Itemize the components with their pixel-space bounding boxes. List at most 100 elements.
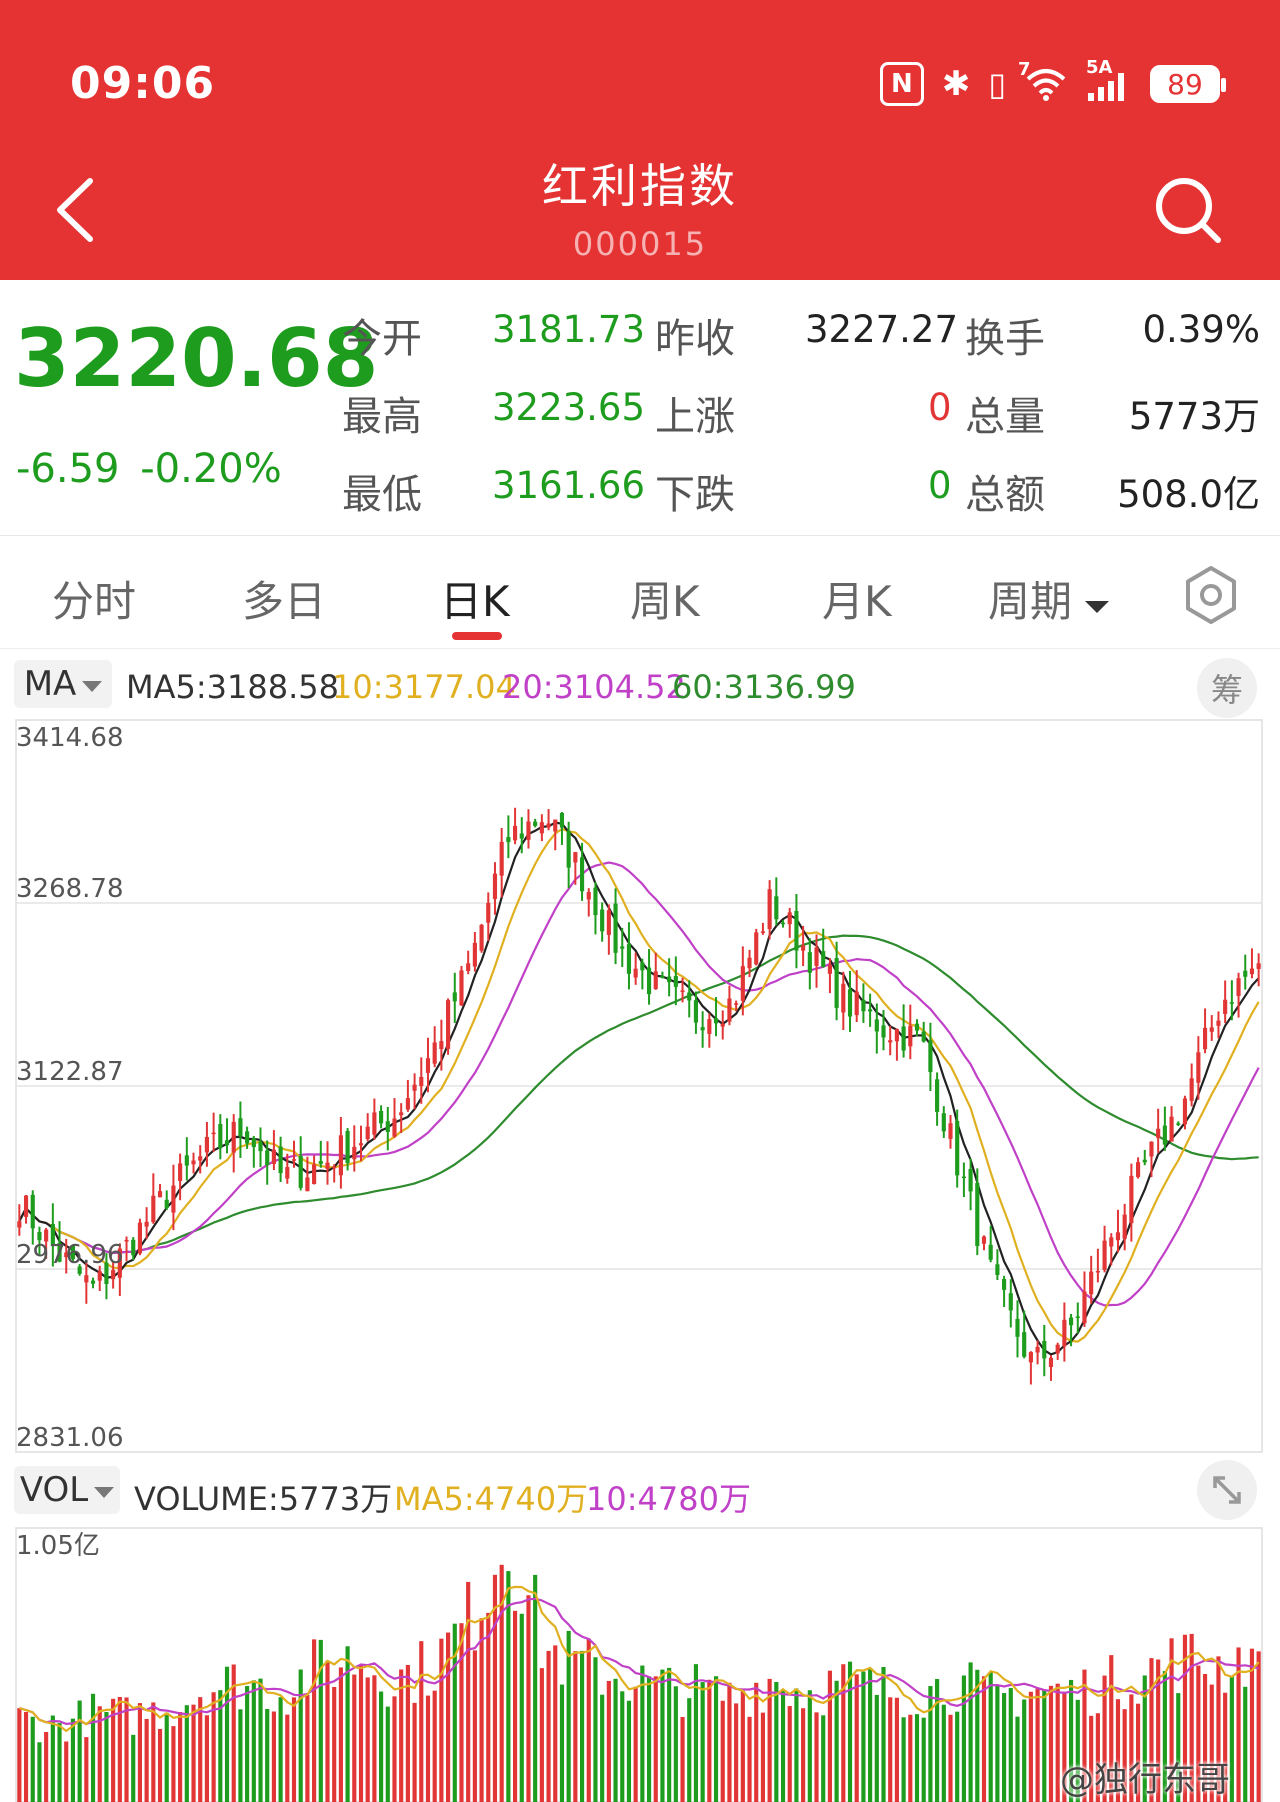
candle-body bbox=[191, 1160, 196, 1165]
candle-body bbox=[546, 823, 551, 828]
candle-body bbox=[452, 992, 457, 1002]
volume-bar bbox=[579, 1650, 585, 1802]
volume-bar bbox=[901, 1717, 906, 1802]
candle-body bbox=[559, 813, 565, 828]
candle-body bbox=[1075, 1316, 1080, 1318]
volume-bar bbox=[1256, 1651, 1261, 1802]
candle-body bbox=[486, 902, 491, 923]
volume-bar bbox=[660, 1669, 665, 1802]
volume-bar bbox=[184, 1705, 189, 1802]
volume-bar bbox=[57, 1723, 62, 1802]
volume-bar bbox=[794, 1688, 799, 1802]
candle-body bbox=[318, 1161, 323, 1164]
volume-bar bbox=[439, 1638, 444, 1802]
volume-bar bbox=[425, 1695, 431, 1802]
vibrate-icon: ▯ bbox=[988, 65, 1006, 103]
volume-bar bbox=[104, 1712, 109, 1802]
candle-body bbox=[1202, 1027, 1208, 1050]
candle-body bbox=[425, 1058, 431, 1073]
volume-bar bbox=[1022, 1699, 1027, 1802]
candle-body bbox=[492, 873, 498, 899]
volume-bar bbox=[278, 1697, 283, 1802]
volume-bar bbox=[707, 1679, 712, 1802]
volume-bar bbox=[452, 1623, 457, 1802]
candle-body bbox=[298, 1156, 303, 1188]
volume-bar bbox=[472, 1650, 477, 1802]
volume-bar bbox=[814, 1712, 819, 1802]
volume-bar bbox=[332, 1686, 337, 1802]
candle-body bbox=[908, 1025, 913, 1047]
candle-body bbox=[827, 965, 832, 974]
candle-body bbox=[258, 1141, 263, 1152]
chip-distribution-button[interactable]: 筹 bbox=[1197, 658, 1257, 718]
volume-axis-ticks: 1.05亿 bbox=[16, 1531, 100, 1561]
volume-label: 总量 bbox=[965, 394, 1045, 440]
candle-body bbox=[968, 1168, 973, 1192]
volume-bar bbox=[854, 1674, 859, 1802]
volume-max-label: 1.05亿 bbox=[16, 1531, 100, 1561]
volume-bar bbox=[613, 1678, 618, 1802]
advancers-label: 上涨 bbox=[655, 394, 735, 440]
candle-body bbox=[613, 903, 618, 953]
tab-daily-k[interactable]: 日K bbox=[440, 568, 510, 629]
candle-body bbox=[17, 1221, 22, 1228]
ma5-value: MA5:3188.58 bbox=[126, 668, 339, 706]
candle-body bbox=[579, 857, 585, 892]
y-tick-label: 2831.06 bbox=[16, 1423, 124, 1453]
volume-bar bbox=[881, 1667, 886, 1802]
kline-chart[interactable]: 3414.68 3268.78 3122.87 2976.96 2831.06 bbox=[0, 712, 1280, 1457]
volume-bar bbox=[171, 1726, 176, 1802]
candle-body bbox=[707, 1019, 712, 1034]
candle-body bbox=[137, 1222, 143, 1254]
candle-body bbox=[1149, 1141, 1154, 1157]
candles bbox=[17, 807, 1261, 1385]
volume-bar bbox=[720, 1700, 725, 1802]
candle-body bbox=[358, 1143, 364, 1146]
candle-body bbox=[687, 992, 692, 1001]
candle-body bbox=[479, 924, 484, 951]
tab-weekly-k[interactable]: 周K bbox=[630, 568, 700, 629]
search-button[interactable] bbox=[1150, 172, 1226, 248]
y-tick-label: 3122.87 bbox=[16, 1057, 124, 1087]
vol-selector[interactable]: VOL bbox=[14, 1466, 120, 1514]
tab-intraday[interactable]: 分时 bbox=[52, 568, 136, 629]
network-type: 5A bbox=[1086, 57, 1113, 78]
volume-bar bbox=[338, 1667, 343, 1802]
candle-body bbox=[988, 1244, 993, 1260]
volume-bar bbox=[787, 1706, 792, 1802]
ma-selector-label: MA bbox=[23, 664, 77, 704]
ma60-line bbox=[18, 934, 1259, 1254]
candle-body bbox=[526, 821, 531, 840]
candle-body bbox=[1035, 1346, 1040, 1353]
volume-bar bbox=[379, 1691, 384, 1802]
candle-body bbox=[948, 1123, 953, 1139]
settings-icon[interactable] bbox=[1180, 564, 1242, 626]
volume-bar bbox=[1015, 1716, 1020, 1802]
tab-multi-day[interactable]: 多日 bbox=[242, 568, 326, 629]
volume-bar bbox=[23, 1712, 29, 1802]
volume-bar bbox=[1042, 1689, 1047, 1802]
volume-bar bbox=[258, 1678, 263, 1802]
change-percent: -0.20% bbox=[140, 446, 282, 492]
candle-body bbox=[720, 1023, 725, 1027]
bluetooth-icon: ✱ bbox=[941, 64, 971, 104]
candle-body bbox=[620, 946, 625, 949]
volume-bar bbox=[955, 1711, 960, 1802]
volume-bar bbox=[238, 1709, 243, 1802]
candle-body bbox=[446, 1000, 451, 1049]
candle-body bbox=[372, 1112, 377, 1135]
candle-body bbox=[673, 975, 678, 987]
volume-bar bbox=[305, 1694, 310, 1802]
candle-body bbox=[305, 1177, 310, 1192]
candle-body bbox=[466, 963, 471, 971]
expand-button[interactable] bbox=[1197, 1460, 1257, 1520]
volume-bar bbox=[620, 1691, 625, 1802]
ma-selector[interactable]: MA bbox=[14, 660, 112, 708]
candle-body bbox=[566, 830, 571, 868]
candle-body bbox=[874, 1019, 879, 1032]
tab-monthly-k[interactable]: 月K bbox=[822, 568, 892, 629]
candle-body bbox=[144, 1221, 149, 1227]
candle-body bbox=[512, 825, 518, 841]
tab-period[interactable]: 周期 bbox=[988, 568, 1110, 629]
volume-bar bbox=[365, 1677, 370, 1802]
